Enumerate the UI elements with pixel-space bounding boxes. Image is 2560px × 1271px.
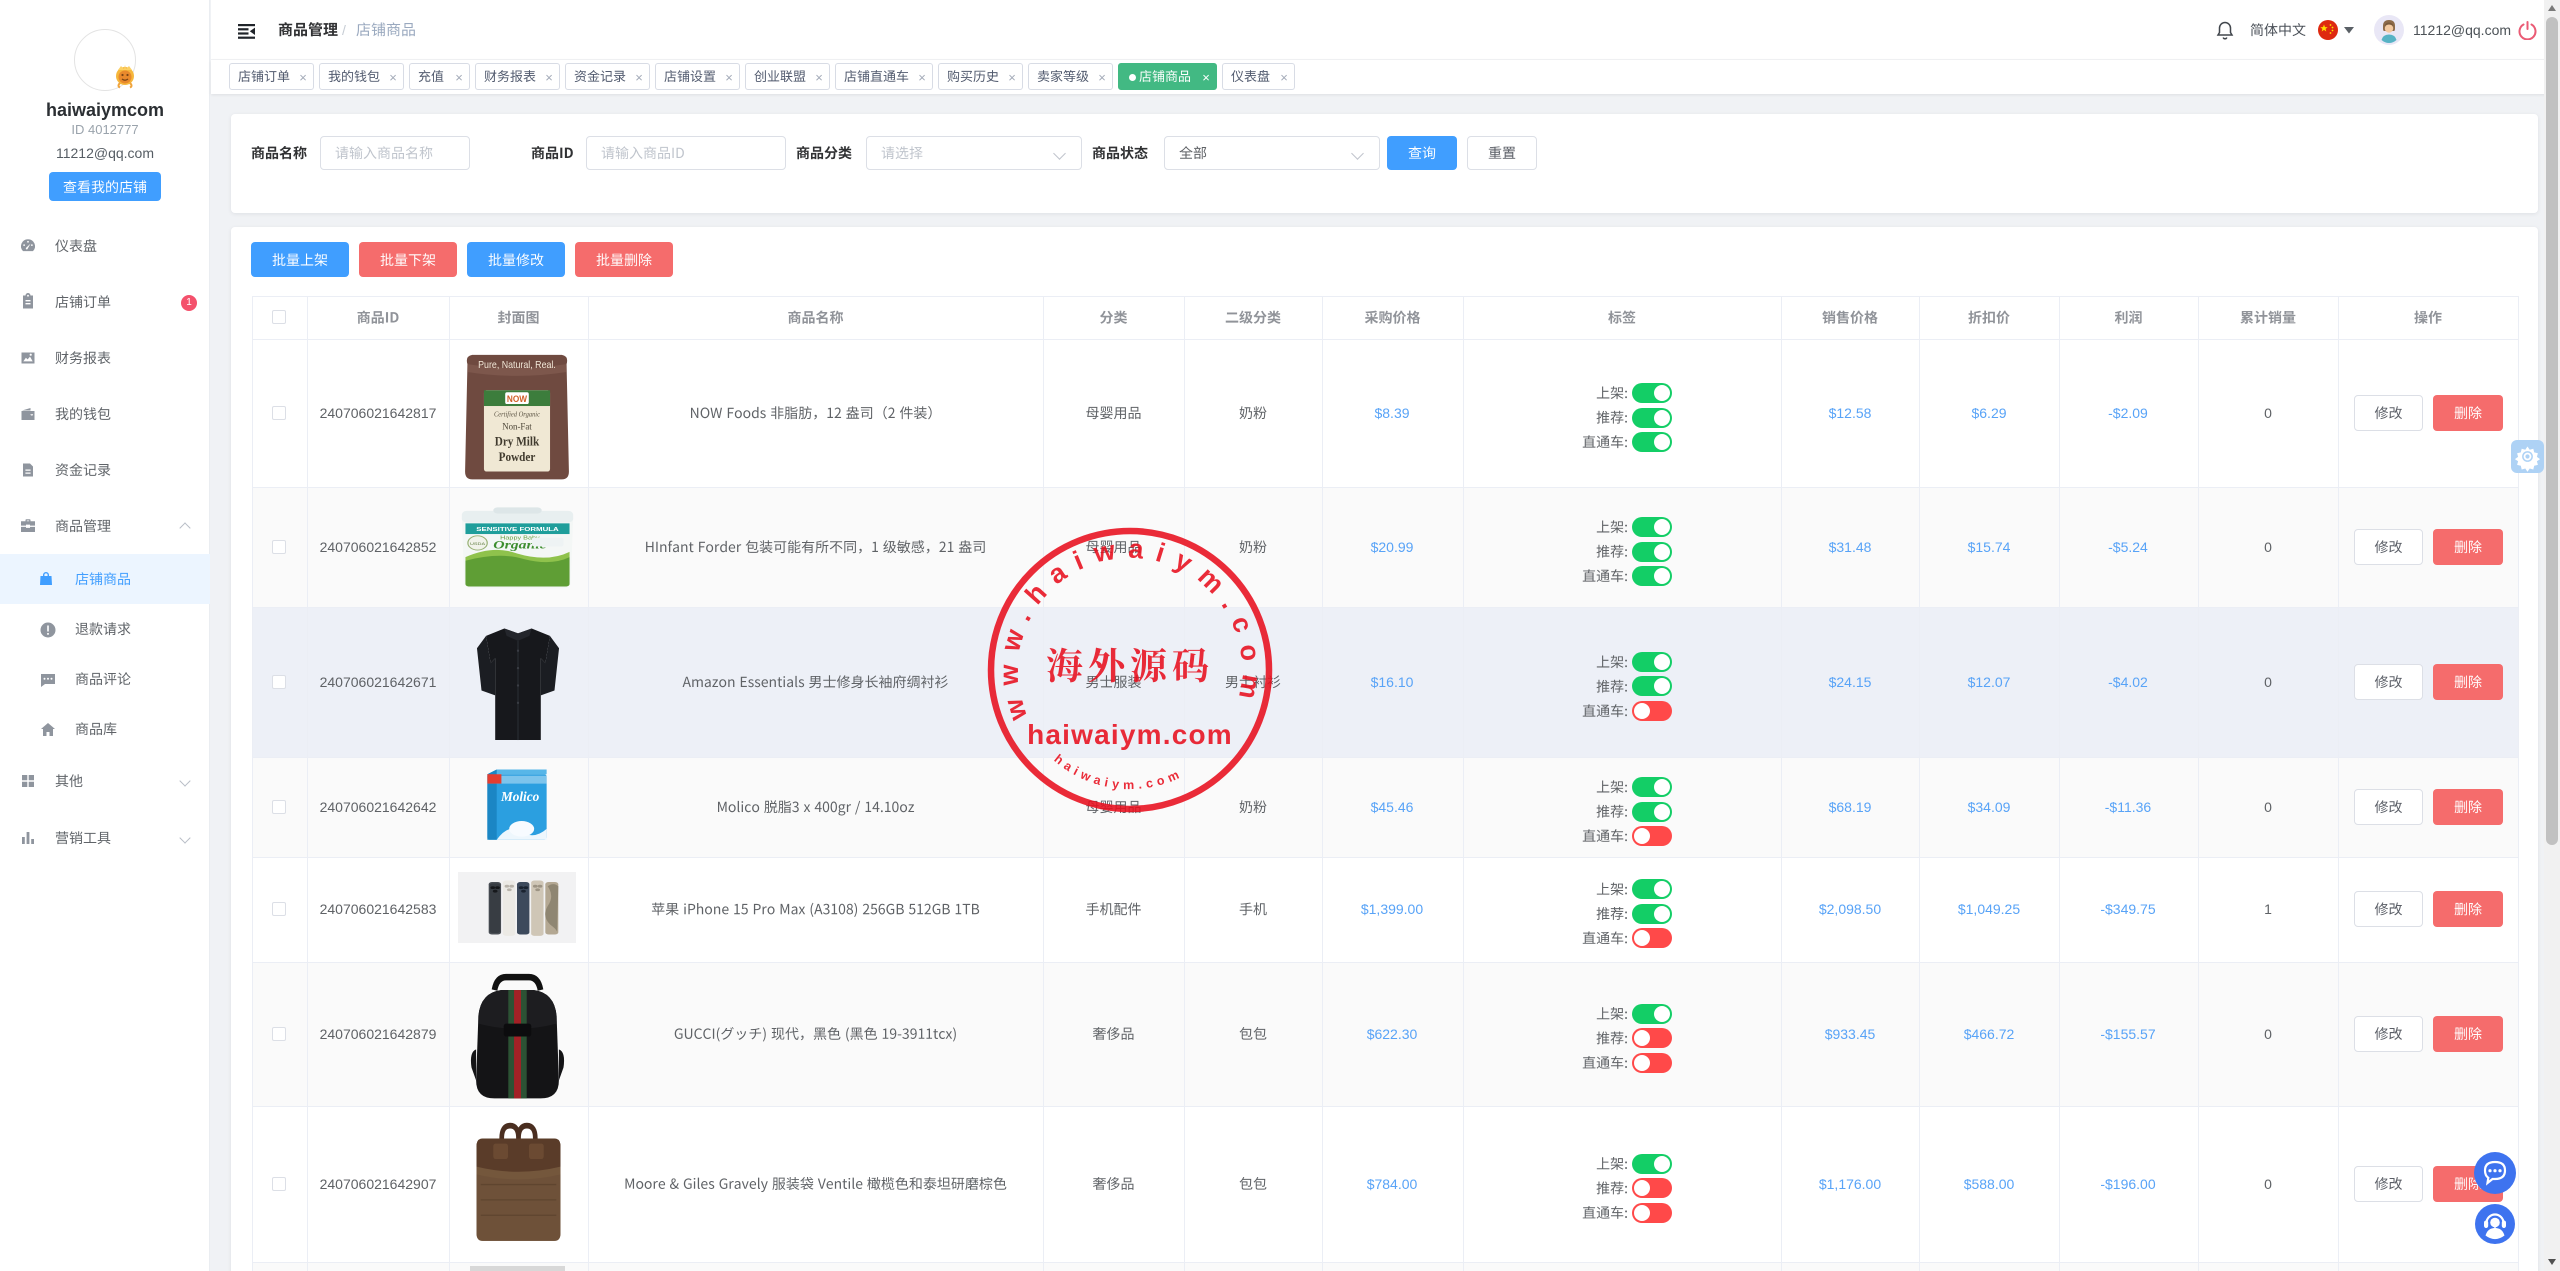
- svg-text:SENSITIVE FORMULA: SENSITIVE FORMULA: [476, 527, 558, 533]
- svg-text:Certified Organic: Certified Organic: [494, 411, 540, 418]
- svg-text:USDA: USDA: [470, 542, 486, 547]
- svg-text:NOW: NOW: [507, 393, 528, 404]
- svg-text:Powder: Powder: [499, 449, 536, 464]
- svg-text:Non-Fat: Non-Fat: [502, 422, 532, 433]
- svg-text:Pure, Natural, Real.: Pure, Natural, Real.: [478, 360, 556, 371]
- svg-text:Dry Milk: Dry Milk: [495, 434, 540, 449]
- svg-text:Molico: Molico: [500, 789, 540, 804]
